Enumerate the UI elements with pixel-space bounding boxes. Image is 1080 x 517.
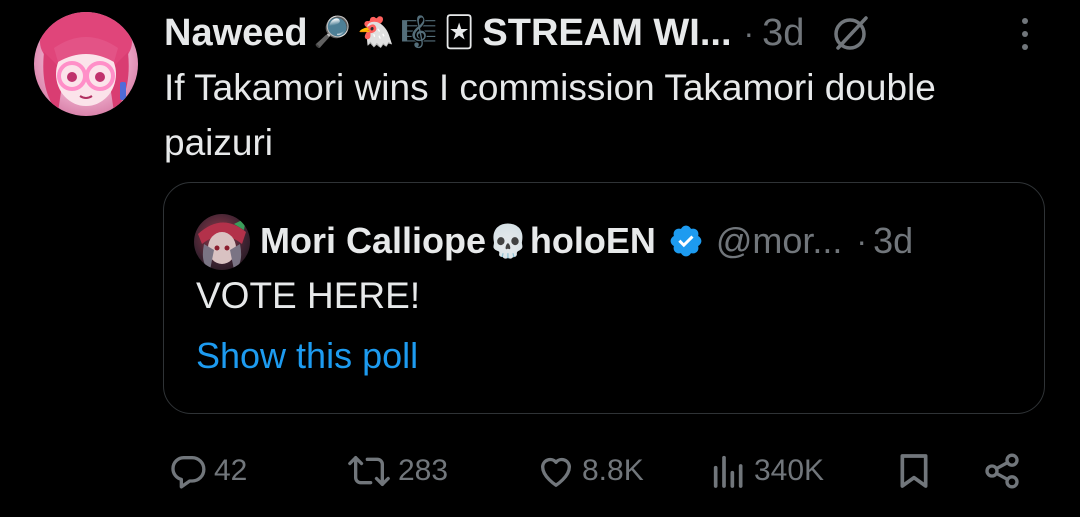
reply-icon [168,451,208,491]
quoted-author-avatar [194,214,250,270]
quoted-tweet-text: VOTE HERE! [196,275,421,316]
repost-button[interactable]: 283 [346,446,448,496]
author-name[interactable]: Naweed [164,12,308,55]
share-icon [982,451,1022,491]
like-button[interactable]: 8.8K [536,446,644,496]
separator-dot: · [743,14,755,51]
quoted-author-handle: @mor... [715,220,843,261]
quoted-author-name-suffix: holoEN [529,220,656,261]
tweet-text: If Takamori wins I commission Takamori d… [164,67,936,163]
share-button[interactable] [982,446,1022,496]
quoted-tweet-card[interactable]: Mori Calliope 💀 holoEN @mor... · 3d VOTE… [163,182,1045,414]
magnifier-emoji-icon: 🔎 [313,16,351,49]
repost-icon [346,451,392,491]
reply-button[interactable]: 42 [168,446,247,496]
quoted-author-name: Mori Calliope [260,220,487,261]
quoted-tweet-time: 3d [873,220,914,261]
bookmark-button[interactable] [894,446,934,496]
reply-count: 42 [214,454,248,487]
tweet-header: Naweed 🔎 🐔 🎼 🃏 STREAM WI... · 3d [164,8,1044,58]
chicken-emoji-icon: 🐔 [356,16,395,49]
bookmark-icon [894,451,934,491]
author-name-suffix[interactable]: STREAM WI... [482,12,731,55]
verified-badge-icon [668,223,704,259]
quoted-tweet-header: Mori Calliope 💀 holoEN @mor... · 3d [260,213,1018,269]
author-avatar[interactable] [34,12,138,116]
grok-icon[interactable] [830,12,872,54]
analytics-icon [710,451,748,491]
show-poll-link[interactable]: Show this poll [196,335,418,377]
music-score-emoji-icon: 🎼 [400,16,438,49]
repost-count: 283 [398,454,449,487]
tweet-time[interactable]: 3d [762,12,804,55]
like-count: 8.8K [582,454,644,487]
separator-dot: · [856,222,868,259]
views-button[interactable]: 340K [710,446,824,496]
more-options-icon[interactable] [1012,14,1038,54]
joker-card-emoji-icon: 🃏 [443,16,475,49]
heart-icon [536,451,576,491]
view-count: 340K [754,454,825,487]
tweet-action-bar: 42 283 8.8K 340K [164,446,1044,496]
skull-emoji-icon: 💀 [488,223,528,259]
author-name-emojis: 🔎 🐔 🎼 🃏 [314,18,475,48]
